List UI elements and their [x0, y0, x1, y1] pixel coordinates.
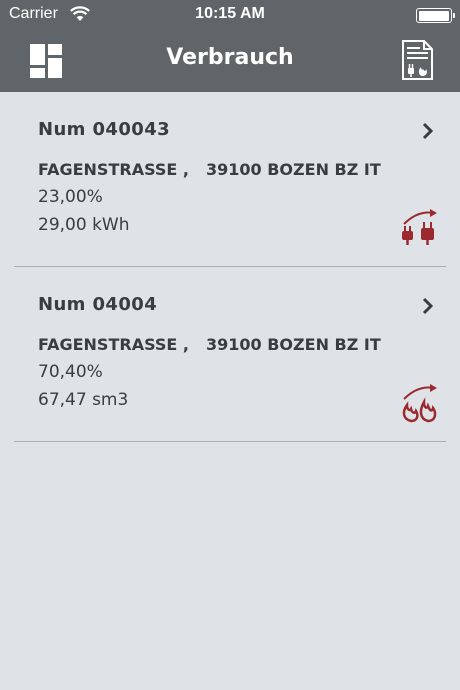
status-time: 10:15 AM — [195, 5, 265, 22]
status-bar: Carrier 10:15 AM — [0, 0, 460, 30]
gas-flame-icon — [402, 384, 437, 423]
battery-icon — [416, 8, 455, 23]
bill-document-icon — [402, 40, 433, 80]
chevron-right-icon — [422, 122, 434, 140]
bill-button[interactable] — [396, 38, 436, 82]
electricity-plug-icon — [402, 209, 437, 245]
nav-bar: Verbrauch — [0, 30, 460, 92]
consumption-list: Num 040043 FAGENSTRASSE , 39100 BOZEN BZ… — [0, 92, 460, 442]
battery-level — [418, 10, 449, 21]
list-item[interactable]: Num 04004 FAGENSTRASSE , 39100 BOZEN BZ … — [14, 267, 446, 442]
page-title: Verbrauch — [166, 45, 294, 70]
item-street: FAGENSTRASSE , — [38, 160, 189, 179]
item-amount: 29,00 kWh — [38, 215, 130, 235]
item-title: Num 040043 — [38, 119, 171, 140]
item-percent: 70,40% — [38, 362, 103, 382]
item-city: 39100 BOZEN BZ IT — [206, 160, 381, 179]
item-title: Num 04004 — [38, 294, 158, 315]
list-item[interactable]: Num 040043 FAGENSTRASSE , 39100 BOZEN BZ… — [14, 92, 446, 267]
item-percent: 23,00% — [38, 187, 103, 207]
item-amount: 67,47 sm3 — [38, 390, 129, 410]
chevron-right-icon — [422, 297, 434, 315]
item-city: 39100 BOZEN BZ IT — [206, 335, 381, 354]
item-street: FAGENSTRASSE , — [38, 335, 189, 354]
